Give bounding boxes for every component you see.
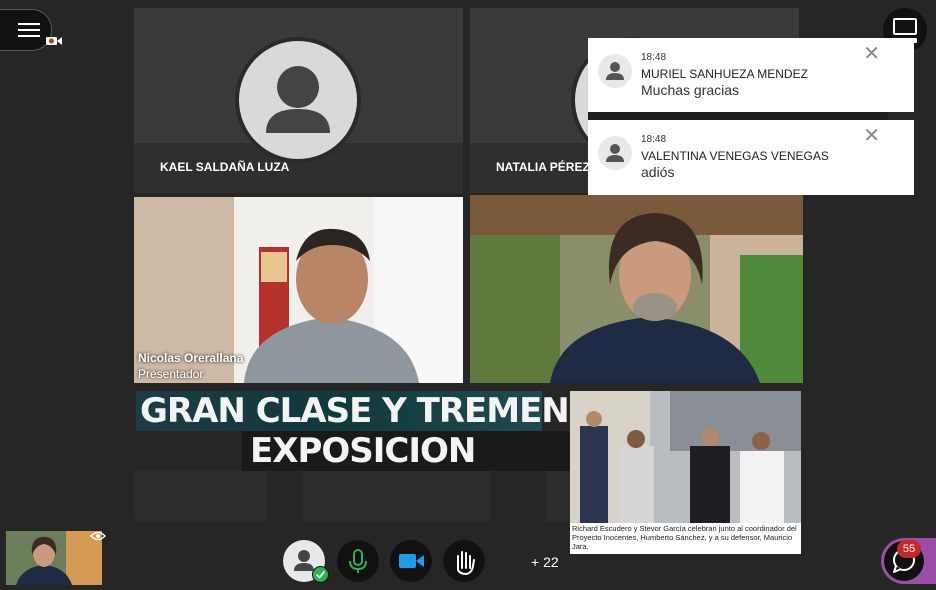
- record-camera-icon: [46, 37, 62, 45]
- participant-overflow-count[interactable]: + 22: [531, 554, 559, 570]
- notification-message: adiós: [641, 164, 675, 180]
- notification-sender: MURIEL SANHUEZA MENDEZ: [641, 67, 808, 81]
- notification-sender: VALENTINA VENEGAS VENEGAS: [641, 149, 829, 163]
- shared-news-photo: Richard Escudero y Stevor García celebra…: [570, 391, 801, 554]
- presenter-video-tile[interactable]: Nicolas Orerallana Presentador: [134, 197, 463, 383]
- mic-icon: [349, 549, 367, 573]
- participant-video-tile[interactable]: [470, 195, 803, 383]
- participant-name: NATALIA PÉREZ: [496, 160, 590, 174]
- news-caption: Richard Escudero y Stevor García celebra…: [572, 524, 797, 551]
- banner-line-1: GRAN CLASE Y TREMENDA: [136, 391, 622, 431]
- notification-time: 18:48: [641, 52, 667, 63]
- banner-line-2: EXPOSICION: [242, 431, 578, 471]
- camera-button[interactable]: [390, 540, 432, 582]
- self-video-preview[interactable]: [6, 531, 102, 585]
- participant-video: [470, 195, 803, 383]
- avatar: [598, 54, 632, 88]
- presenter-role: Presentador: [138, 367, 204, 381]
- news-image: [570, 391, 801, 523]
- avatar: [598, 136, 632, 170]
- notification-time: 18:48: [641, 134, 667, 145]
- chat-notification[interactable]: 18:48 VALENTINA VENEGAS VENEGAS adiós ✕: [588, 120, 914, 195]
- hand-raise-icon: [457, 551, 475, 576]
- raise-hand-button[interactable]: [443, 540, 485, 582]
- chat-unread-badge: 55: [897, 540, 921, 558]
- layout-icon: [893, 18, 917, 35]
- close-icon[interactable]: ✕: [863, 126, 880, 146]
- participant-tile[interactable]: KAEL SALDAÑA LUZA: [134, 8, 463, 193]
- presenter-name: Nicolas Orerallana: [138, 351, 244, 365]
- check-icon: [312, 566, 329, 583]
- close-icon[interactable]: ✕: [863, 44, 880, 64]
- hamburger-icon: [18, 23, 40, 41]
- eye-icon[interactable]: [90, 531, 106, 541]
- session-menu-button[interactable]: [0, 9, 52, 51]
- camera-icon: [399, 554, 424, 568]
- avatar: [235, 37, 361, 163]
- chat-notification[interactable]: 18:48 MURIEL SANHUEZA MENDEZ Muchas grac…: [588, 38, 914, 112]
- microphone-button[interactable]: [337, 540, 379, 582]
- participant-name: KAEL SALDAÑA LUZA: [160, 160, 290, 174]
- notification-message: Muchas gracias: [641, 82, 740, 98]
